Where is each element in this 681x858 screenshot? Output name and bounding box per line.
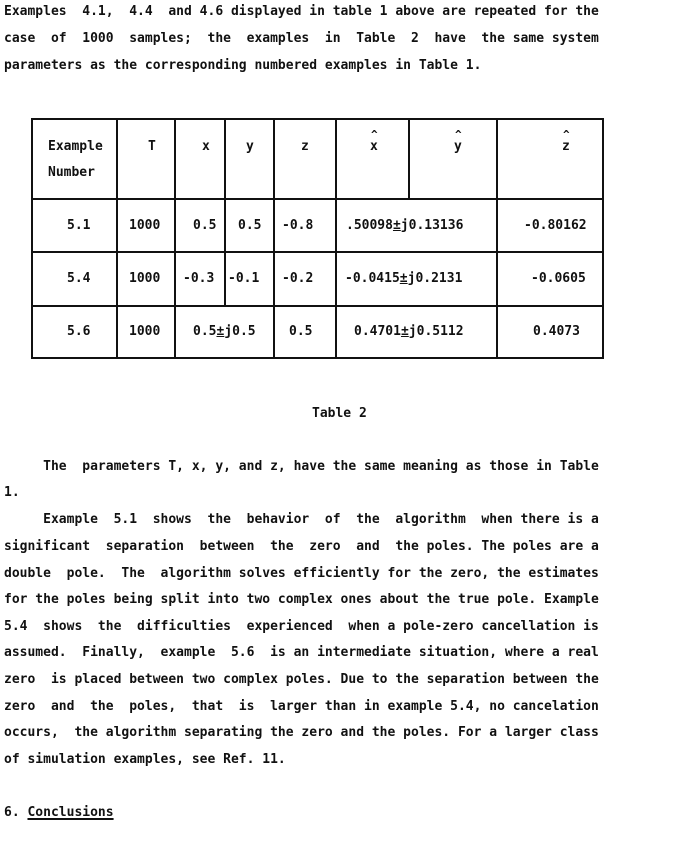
row2-xy-hat-real: -0.0415 (345, 271, 400, 286)
row1-xy-hat-imag: j0.13136 (400, 218, 464, 233)
table-col-divider (116, 118, 118, 359)
row3-example: 5.6 (67, 324, 91, 339)
intro-line-2: case of 1000 samples; the examples in Ta… (4, 31, 599, 46)
row1-xy-hat: .50098±j0.13136 (346, 218, 463, 234)
para2-line-1: Example 5.1 shows the behavior of the al… (4, 512, 599, 527)
plus-minus-symbol: ± (392, 218, 401, 233)
table-col-divider (273, 118, 275, 359)
para2-line-4: for the poles being split into two compl… (4, 592, 599, 607)
intro-line-1: Examples 4.1, 4.4 and 4.6 displayed in t… (4, 4, 599, 19)
plus-minus-symbol: ± (400, 324, 409, 339)
table-col-divider (408, 118, 410, 200)
header-example-number-line1: Example (48, 139, 103, 154)
header-y-hat: y (454, 139, 462, 154)
row2-xy-hat: -0.0415±j0.2131 (345, 271, 462, 287)
para2-line-3: double pole. The algorithm solves effici… (4, 566, 599, 581)
header-T: T (148, 139, 156, 154)
row3-xy-hat-imag: j0.5112 (408, 324, 464, 339)
row2-xy-hat-imag: j0.2131 (407, 271, 463, 286)
row2-z: -0.2 (282, 271, 314, 286)
table-col-divider (335, 118, 337, 359)
row1-y: 0.5 (238, 218, 262, 233)
row2-T: 1000 (129, 271, 161, 286)
row2-x: -0.3 (183, 271, 215, 286)
para1-line-1: The parameters T, x, y, and z, have the … (4, 459, 599, 474)
section-title: Conclusions (27, 805, 114, 820)
para2-line-8: zero and the poles, that is larger than … (4, 699, 599, 714)
section-number: 6. (4, 805, 20, 820)
header-x-hat: x (370, 139, 378, 154)
results-table: Example Number T x y z ^ x ^ y ^ z 5.1 1… (31, 118, 604, 359)
header-z: z (301, 139, 309, 154)
row3-xy-hat-real: 0.4701 (354, 324, 401, 339)
table-border-right (602, 118, 604, 359)
row2-y: -0.1 (228, 271, 260, 286)
header-y: y (246, 139, 254, 154)
para2-line-7: zero is placed between two complex poles… (4, 672, 599, 687)
header-example-number-line2: Number (48, 165, 95, 180)
para2-line-2: significant separation between the zero … (4, 539, 599, 554)
row1-xy-hat-real: .50098 (346, 218, 393, 233)
table-col-divider (496, 118, 498, 359)
row3-xy-merged: 0.5±j0.5 (193, 324, 256, 340)
plus-minus-symbol: ± (399, 271, 408, 286)
table-col-divider (224, 118, 226, 307)
section-heading: 6. Conclusions (4, 805, 114, 821)
header-x: x (202, 139, 210, 154)
table-col-divider (174, 118, 176, 359)
para2-line-6: assumed. Finally, example 5.6 is an inte… (4, 645, 599, 660)
header-z-hat: z (562, 139, 570, 154)
row1-z: -0.8 (282, 218, 314, 233)
table-border-left (31, 118, 33, 359)
row1-z-hat: -0.80162 (524, 218, 587, 233)
row3-xy-real: 0.5 (193, 324, 217, 339)
para1-line-2: 1. (4, 485, 20, 500)
row3-xy-hat: 0.4701±j0.5112 (354, 324, 464, 340)
para2-line-9: occurs, the algorithm separating the zer… (4, 725, 599, 740)
row2-example: 5.4 (67, 271, 91, 286)
table-caption: Table 2 (312, 406, 367, 421)
row1-x: 0.5 (193, 218, 217, 233)
row3-xy-imag: j0.5 (224, 324, 256, 339)
row1-T: 1000 (129, 218, 161, 233)
row3-z: 0.5 (289, 324, 313, 339)
para2-line-5: 5.4 shows the difficulties experienced w… (4, 619, 599, 634)
row1-example: 5.1 (67, 218, 91, 233)
intro-line-3: parameters as the corresponding numbered… (4, 58, 482, 73)
row3-T: 1000 (129, 324, 161, 339)
para2-line-10: of simulation examples, see Ref. 11. (4, 752, 286, 767)
row2-z-hat: -0.0605 (531, 271, 586, 286)
row3-z-hat: 0.4073 (533, 324, 580, 339)
